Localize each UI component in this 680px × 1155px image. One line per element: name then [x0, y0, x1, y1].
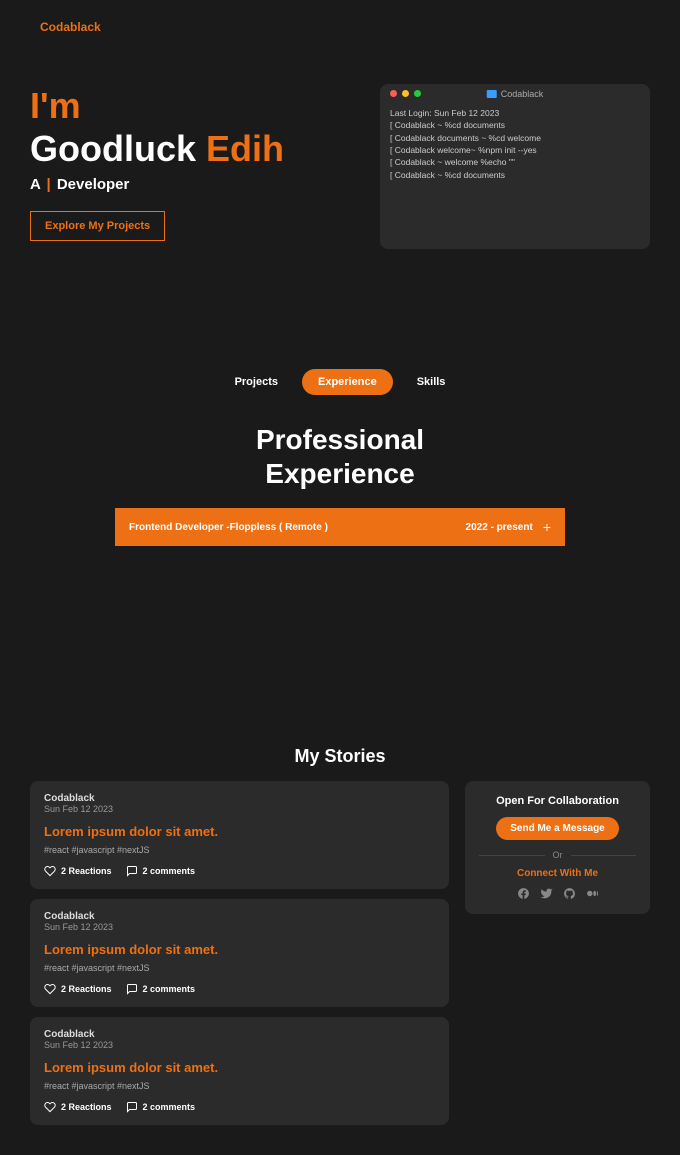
window-controls: [390, 90, 421, 97]
terminal-body: Last Login: Sun Feb 12 2023 [ Codablack …: [380, 103, 650, 185]
experience-right: 2022 - present +: [466, 519, 551, 535]
story-meta: 2 Reactions 2 comments: [44, 865, 435, 877]
tab-experience[interactable]: Experience: [302, 369, 393, 395]
heart-icon: [44, 865, 56, 877]
tab-skills[interactable]: Skills: [401, 369, 462, 395]
terminal-line: [ Codablack welcome~ %npm init --yes: [390, 144, 640, 156]
send-message-button[interactable]: Send Me a Message: [496, 817, 618, 840]
section-heading-line2: Experience: [265, 458, 414, 489]
heart-icon: [44, 1101, 56, 1113]
section-heading: Professional Experience: [0, 423, 680, 490]
subtitle-b: Developer: [57, 176, 130, 193]
reactions[interactable]: 2 Reactions: [44, 1101, 112, 1113]
minimize-dot[interactable]: [402, 90, 409, 97]
twitter-icon[interactable]: [540, 887, 553, 900]
story-meta: 2 Reactions 2 comments: [44, 1101, 435, 1113]
terminal-title-text: Codablack: [501, 89, 544, 99]
reactions-text: 2 Reactions: [61, 1102, 112, 1112]
tabs: Projects Experience Skills: [219, 369, 462, 395]
comment-icon: [126, 1101, 138, 1113]
experience-period: 2022 - present: [466, 522, 533, 533]
story-author: Codablack: [44, 1029, 435, 1040]
story-card[interactable]: Codablack Sun Feb 12 2023 Lorem ipsum do…: [30, 781, 449, 889]
brand-logo[interactable]: Codablack: [40, 20, 640, 34]
story-card[interactable]: Codablack Sun Feb 12 2023 Lorem ipsum do…: [30, 1017, 449, 1125]
comment-icon: [126, 983, 138, 995]
comments[interactable]: 2 comments: [126, 865, 196, 877]
facebook-icon[interactable]: [517, 887, 530, 900]
story-title: Lorem ipsum dolor sit amet.: [44, 824, 435, 839]
terminal-line: [ Codablack documents ~ %cd welcome: [390, 132, 640, 144]
tab-projects[interactable]: Projects: [219, 369, 294, 395]
reactions[interactable]: 2 Reactions: [44, 865, 112, 877]
story-tags: #react #javascript #nextJS: [44, 1081, 435, 1091]
github-icon[interactable]: [563, 887, 576, 900]
hero-subtitle: A | Developer: [30, 176, 360, 193]
stories-heading: My Stories: [30, 746, 650, 767]
terminal-line: [ Codablack ~ %cd documents: [390, 169, 640, 181]
reactions-text: 2 Reactions: [61, 984, 112, 994]
comment-icon: [126, 865, 138, 877]
story-card[interactable]: Codablack Sun Feb 12 2023 Lorem ipsum do…: [30, 899, 449, 1007]
reactions[interactable]: 2 Reactions: [44, 983, 112, 995]
folder-icon: [487, 90, 497, 98]
subtitle-a: A: [30, 176, 40, 193]
subtitle-bar: |: [46, 176, 50, 193]
connect-text: Connect With Me: [479, 868, 636, 879]
story-date: Sun Feb 12 2023: [44, 804, 435, 814]
stories-list: Codablack Sun Feb 12 2023 Lorem ipsum do…: [30, 781, 449, 1125]
hero-firstname: Goodluck: [30, 128, 196, 169]
terminal-line: [ Codablack ~ %cd documents: [390, 119, 640, 131]
terminal-line: [ Codablack ~ welcome %echo "": [390, 156, 640, 168]
heart-icon: [44, 983, 56, 995]
terminal-title: Codablack: [487, 89, 544, 99]
divider-or: Or: [479, 850, 636, 860]
social-links: [479, 887, 636, 900]
comments[interactable]: 2 comments: [126, 1101, 196, 1113]
or-text: Or: [553, 850, 563, 860]
medium-icon[interactable]: [586, 887, 599, 900]
story-author: Codablack: [44, 911, 435, 922]
story-meta: 2 Reactions 2 comments: [44, 983, 435, 995]
experience-item[interactable]: Frontend Developer -Floppless ( Remote )…: [115, 508, 565, 546]
story-title: Lorem ipsum dolor sit amet.: [44, 942, 435, 957]
reactions-text: 2 Reactions: [61, 866, 112, 876]
story-date: Sun Feb 12 2023: [44, 1040, 435, 1050]
close-dot[interactable]: [390, 90, 397, 97]
hero-heading: I'm Goodluck Edih: [30, 84, 360, 170]
terminal-titlebar: Codablack: [380, 84, 650, 103]
experience-title: Frontend Developer -Floppless ( Remote ): [129, 522, 328, 533]
comments-text: 2 comments: [143, 984, 196, 994]
hero-lastname: Edih: [206, 128, 284, 169]
maximize-dot[interactable]: [414, 90, 421, 97]
story-tags: #react #javascript #nextJS: [44, 963, 435, 973]
section-heading-line1: Professional: [256, 424, 424, 455]
terminal-window: Codablack Last Login: Sun Feb 12 2023 [ …: [380, 84, 650, 249]
collab-title: Open For Collaboration: [479, 795, 636, 807]
explore-projects-button[interactable]: Explore My Projects: [30, 211, 165, 241]
story-date: Sun Feb 12 2023: [44, 922, 435, 932]
story-author: Codablack: [44, 793, 435, 804]
collaboration-card: Open For Collaboration Send Me a Message…: [465, 781, 650, 914]
comments[interactable]: 2 comments: [126, 983, 196, 995]
story-title: Lorem ipsum dolor sit amet.: [44, 1060, 435, 1075]
plus-icon: +: [543, 519, 551, 535]
comments-text: 2 comments: [143, 866, 196, 876]
story-tags: #react #javascript #nextJS: [44, 845, 435, 855]
terminal-line: Last Login: Sun Feb 12 2023: [390, 107, 640, 119]
comments-text: 2 comments: [143, 1102, 196, 1112]
hero-line1: I'm: [30, 85, 81, 126]
